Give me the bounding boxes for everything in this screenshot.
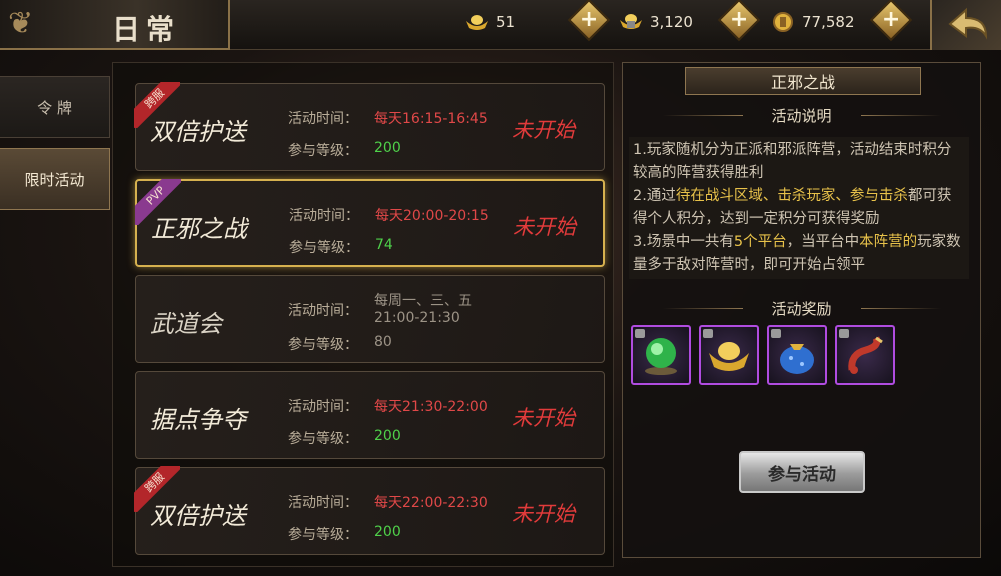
tab-token[interactable]: 令 牌 [0, 76, 110, 138]
activity-item[interactable]: PVP 正邪之战 活动时间： 每天20:00-20:15 参与等级： 74 未开… [135, 179, 605, 267]
status-badge: 未开始 [513, 215, 576, 239]
lock-icon [839, 329, 849, 338]
resource-gold-ingot: 51 [464, 8, 515, 36]
scorpion-pet-icon [848, 336, 883, 374]
divider [861, 308, 941, 309]
time-label: 活动时间： [288, 111, 358, 127]
resource-locked-ingot: 3,120 [618, 8, 693, 36]
activity-list[interactable]: 跨服 双倍护送 活动时间： 每天16:15-16:45 参与等级： 200 未开… [112, 62, 614, 567]
description-text[interactable]: 1.玩家随机分为正派和邪派阵营，活动结束时积分较高的阵营获得胜利 2.通过待在战… [629, 137, 969, 279]
join-activity-button[interactable]: 参与活动 [739, 451, 865, 493]
tab-token-label: 令 牌 [37, 98, 72, 117]
detail-title: 正邪之战 [685, 67, 921, 95]
level-label: 参与等级： [288, 337, 358, 353]
rewards-list [631, 325, 971, 397]
page-title: 日常 [112, 13, 181, 46]
level-value: 74 [375, 237, 393, 253]
jade-orb-icon [645, 338, 677, 375]
activity-name: 据点争夺 [150, 406, 246, 434]
time-label: 活动时间： [288, 495, 358, 511]
coin-icon [770, 12, 796, 32]
level-value: 80 [374, 334, 392, 350]
time-value: 每天20:00-20:15 [375, 208, 489, 224]
level-label: 参与等级： [288, 527, 358, 543]
reward-item[interactable] [767, 325, 827, 385]
status-badge: 未开始 [512, 406, 575, 430]
top-bar: ❦ 日常 51 + 3,120 + 77,582 + [0, 0, 1001, 50]
time-label: 活动时间： [289, 208, 359, 224]
divider [861, 115, 941, 116]
activity-item[interactable]: 武道会 活动时间： 每周一、三、五 21:00-21:30 参与等级： 80 [135, 275, 605, 363]
status-badge: 未开始 [512, 118, 575, 142]
reward-item[interactable] [631, 325, 691, 385]
time-value-line2: 21:00-21:30 [374, 310, 460, 326]
lock-icon [703, 329, 713, 338]
activity-name: 双倍护送 [150, 502, 246, 530]
lock-icon [635, 329, 645, 338]
activity-name: 武道会 [150, 310, 222, 338]
reward-item[interactable] [699, 325, 759, 385]
level-label: 参与等级： [289, 240, 359, 256]
time-value: 每周一、三、五 [374, 293, 472, 309]
activity-name: 正邪之战 [151, 215, 247, 243]
reward-item[interactable] [835, 325, 895, 385]
back-arrow-icon [948, 7, 988, 40]
time-label: 活动时间： [288, 303, 358, 319]
add-locked-ingot-button[interactable]: + [717, 0, 761, 42]
time-label: 活动时间： [288, 399, 358, 415]
back-button[interactable] [930, 0, 1001, 50]
add-coin-button[interactable]: + [869, 0, 913, 42]
tab-limited-events-label: 限时活动 [24, 170, 85, 189]
activity-item[interactable]: 据点争夺 活动时间： 每天21:30-22:00 参与等级： 200 未开始 [135, 371, 605, 459]
time-value: 每天16:15-16:45 [374, 111, 488, 127]
activity-item[interactable]: 跨服 双倍护送 活动时间： 每天22:00-22:30 参与等级： 200 未开… [134, 466, 605, 555]
gold-ingot-count: 51 [496, 13, 516, 31]
level-value: 200 [374, 524, 401, 540]
activity-detail-panel: 正邪之战 活动说明 1.玩家随机分为正派和邪派阵营，活动结束时积分较高的阵营获得… [622, 62, 981, 558]
tab-limited-events[interactable]: 限时活动 [0, 148, 110, 210]
time-value: 每天21:30-22:00 [374, 399, 488, 415]
coin-count: 77,582 [802, 13, 855, 31]
level-value: 200 [374, 140, 401, 156]
treasure-bag-icon [780, 344, 814, 374]
activity-name: 双倍护送 [150, 118, 246, 146]
locked-ingot-icon [618, 12, 644, 32]
gold-ingot-icon [709, 342, 749, 371]
title-plate: ❦ 日常 [0, 0, 230, 50]
add-gold-ingot-button[interactable]: + [567, 0, 611, 42]
activity-item[interactable]: 跨服 双倍护送 活动时间： 每天16:15-16:45 参与等级： 200 未开… [134, 82, 605, 171]
time-value: 每天22:00-22:30 [374, 495, 488, 511]
level-label: 参与等级： [288, 431, 358, 447]
level-value: 200 [374, 428, 401, 444]
resource-coin: 77,582 [770, 8, 855, 36]
ornament-icon: ❦ [8, 6, 34, 41]
locked-ingot-count: 3,120 [650, 13, 693, 31]
status-badge: 未开始 [512, 502, 575, 526]
lock-icon [771, 329, 781, 338]
gold-ingot-icon [464, 12, 490, 32]
level-label: 参与等级： [288, 143, 358, 159]
